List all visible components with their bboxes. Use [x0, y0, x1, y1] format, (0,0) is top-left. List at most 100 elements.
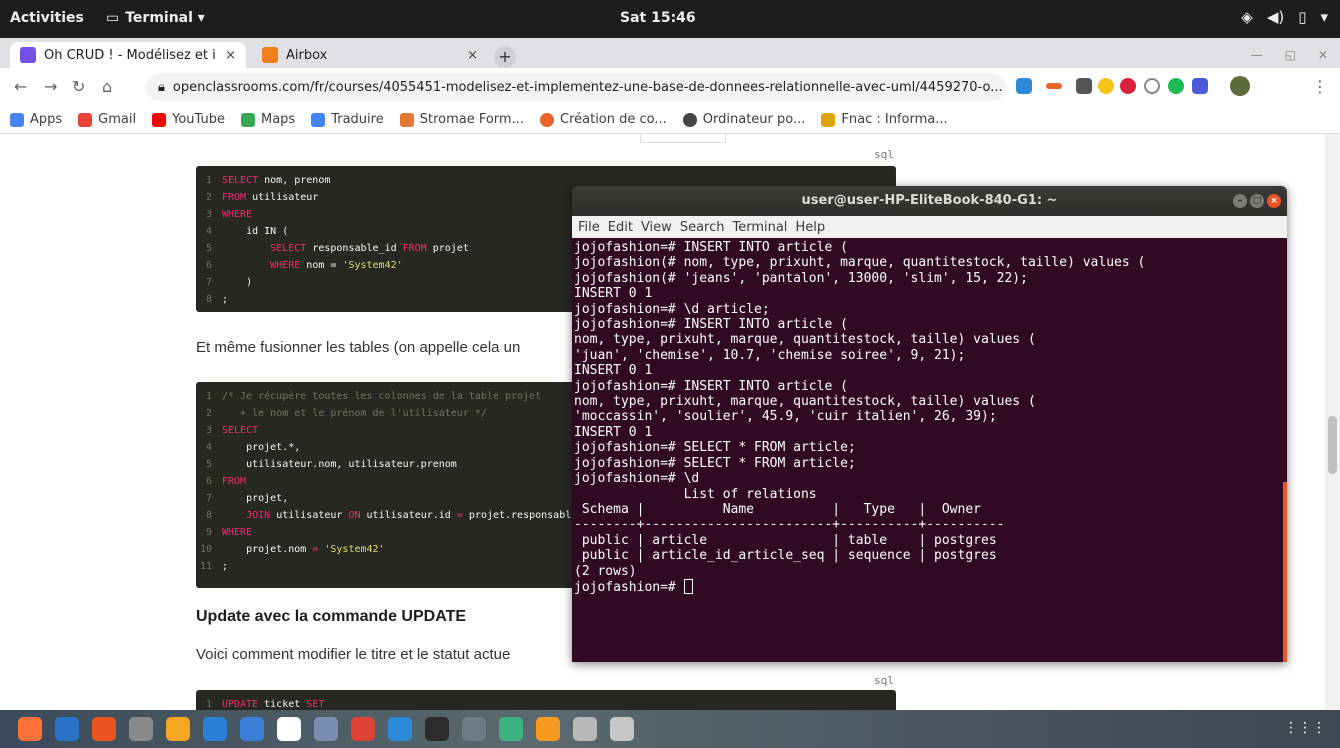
vscode-icon[interactable] — [388, 717, 412, 741]
reload-icon[interactable]: ↻ — [72, 77, 85, 96]
screenshot-icon[interactable] — [610, 717, 634, 741]
code-text: WHERE — [222, 209, 252, 220]
terminal-output[interactable]: jojofashion=# INSERT INTO article (jojof… — [572, 238, 1287, 595]
calendar-icon[interactable] — [314, 717, 338, 741]
minimize-icon[interactable]: — — [1251, 48, 1263, 62]
close-icon[interactable]: ✕ — [1318, 48, 1328, 62]
tab-oh-crud[interactable]: Oh CRUD ! - Modélisez et i × — [10, 42, 246, 68]
app-menu[interactable]: ▭ Terminal ▾ — [106, 10, 205, 26]
terminal-line: 'moccassin', 'soulier', 45.9, 'cuir ital… — [574, 409, 997, 425]
system-tray[interactable]: ◈ ◀) ▯ ▾ — [1241, 8, 1328, 26]
terminal-scrollbar[interactable] — [1283, 482, 1287, 662]
line-number: 2 — [205, 192, 212, 203]
terminal-line: INSERT 0 1 — [574, 424, 653, 440]
maps-icon — [240, 112, 255, 127]
code-token: responsable_id — [306, 243, 403, 254]
sublime-icon[interactable] — [536, 717, 560, 741]
help-icon[interactable] — [240, 717, 264, 741]
rhythmbox-icon[interactable] — [166, 717, 190, 741]
firefox-icon[interactable] — [18, 717, 42, 741]
line-number: 3 — [205, 209, 212, 220]
code-token: utilisateur — [270, 510, 349, 521]
terminal-window[interactable]: user@user-HP-EliteBook-840-G1: ~ – □ × F… — [572, 186, 1287, 662]
code-token: 'System42' — [342, 260, 403, 271]
extension-icon[interactable] — [1076, 78, 1092, 94]
menu-search[interactable]: Search — [680, 220, 725, 235]
tab-airbox[interactable]: Airbox × — [252, 42, 488, 68]
bookmark-label: Création de co... — [560, 112, 667, 127]
line-number: 8 — [205, 294, 212, 305]
more-menu-icon[interactable]: ⋮ — [1312, 77, 1328, 96]
atom-icon[interactable] — [499, 717, 523, 741]
back-icon[interactable]: ← — [14, 77, 27, 96]
files-icon[interactable] — [129, 717, 153, 741]
terminal-icon[interactable] — [425, 717, 449, 741]
code-token: ; — [222, 294, 229, 305]
tab-close-icon[interactable]: × — [467, 48, 478, 63]
forward-icon[interactable]: → — [44, 77, 57, 96]
line-number: 2 — [205, 408, 212, 419]
bookmark-fnac[interactable]: Fnac : Informa... — [821, 112, 948, 127]
home-icon[interactable]: ⌂ — [102, 77, 112, 96]
activities-button[interactable]: Activities — [10, 10, 84, 26]
address-bar[interactable]: 🔒︎ openclassrooms.com/fr/courses/4055451… — [146, 73, 1006, 101]
menu-help[interactable]: Help — [795, 220, 825, 235]
bookmark-traduire[interactable]: Traduire — [311, 112, 384, 127]
clock[interactable]: Sat 15:46 — [620, 10, 696, 26]
screen-icon[interactable] — [462, 717, 486, 741]
minimize-icon[interactable]: – — [1233, 194, 1247, 208]
line-number: 4 — [205, 226, 212, 237]
menu-view[interactable]: View — [641, 220, 672, 235]
amazon-icon[interactable] — [277, 717, 301, 741]
divider — [640, 134, 726, 143]
thunderbird-icon[interactable] — [55, 717, 79, 741]
line-number: 1 — [205, 699, 212, 710]
extension-icon[interactable] — [1098, 78, 1114, 94]
extension-icon[interactable] — [1046, 83, 1062, 89]
tab-close-icon[interactable]: × — [225, 48, 236, 63]
line-number: 5 — [205, 459, 212, 470]
terminal-title: user@user-HP-EliteBook-840-G1: ~ — [801, 193, 1058, 208]
extension-icon[interactable] — [1192, 78, 1208, 94]
page-scrollbar[interactable] — [1325, 134, 1340, 710]
database-icon[interactable] — [573, 717, 597, 741]
writer-icon[interactable] — [203, 717, 227, 741]
new-tab-button[interactable]: + — [494, 46, 516, 68]
bookmark-label: Ordinateur po... — [702, 112, 806, 127]
extension-icon[interactable] — [1168, 78, 1184, 94]
maximize-icon[interactable]: □ — [1250, 194, 1264, 208]
terminal-cursor — [683, 578, 693, 594]
menu-file[interactable]: File — [578, 220, 600, 235]
bookmark-stromae[interactable]: Stromae Form... — [399, 112, 524, 127]
terminal-prompt-line[interactable]: jojofashion=# — [574, 578, 1287, 595]
menu-edit[interactable]: Edit — [608, 220, 633, 235]
bookmark-ordinateur[interactable]: Ordinateur po... — [682, 112, 806, 127]
code-token: projet, — [222, 493, 289, 504]
terminal-line: public | article | table | postgres — [574, 532, 997, 548]
code-text: projet.*, — [222, 442, 300, 453]
profile-avatar[interactable] — [1230, 76, 1250, 96]
chevron-down-icon: ▾ — [1320, 8, 1328, 26]
close-icon[interactable]: × — [1267, 194, 1281, 208]
bookmark-apps[interactable]: Apps — [10, 112, 62, 127]
menu-terminal[interactable]: Terminal — [732, 220, 787, 235]
extension-icon[interactable] — [1016, 78, 1032, 94]
software-icon[interactable] — [92, 717, 116, 741]
show-applications-icon[interactable]: ⋮⋮⋮ — [1284, 720, 1326, 736]
code-token: ON — [348, 510, 361, 521]
terminal-line: jojofashion(# 'jeans', 'pantalon', 13000… — [574, 270, 1028, 286]
extension-icon[interactable] — [1144, 78, 1160, 94]
bookmark-gmail[interactable]: Gmail — [78, 112, 136, 127]
maximize-icon[interactable]: ◱ — [1285, 48, 1296, 62]
code-token: 'System42' — [324, 544, 385, 555]
browser-toolbar: ← → ↻ ⌂ 🔒︎ openclassrooms.com/fr/courses… — [0, 68, 1340, 106]
bookmarks-bar: Apps Gmail YouTube Maps Traduire Stromae… — [0, 106, 1340, 134]
bookmark-creation[interactable]: Création de co... — [540, 112, 667, 127]
extension-icon[interactable] — [1120, 78, 1136, 94]
bookmark-youtube[interactable]: YouTube — [152, 112, 225, 127]
chrome-icon[interactable] — [351, 717, 375, 741]
terminal-titlebar[interactable]: user@user-HP-EliteBook-840-G1: ~ – □ × — [572, 186, 1287, 216]
scrollbar-thumb[interactable] — [1328, 416, 1337, 474]
bookmark-maps[interactable]: Maps — [240, 112, 295, 127]
